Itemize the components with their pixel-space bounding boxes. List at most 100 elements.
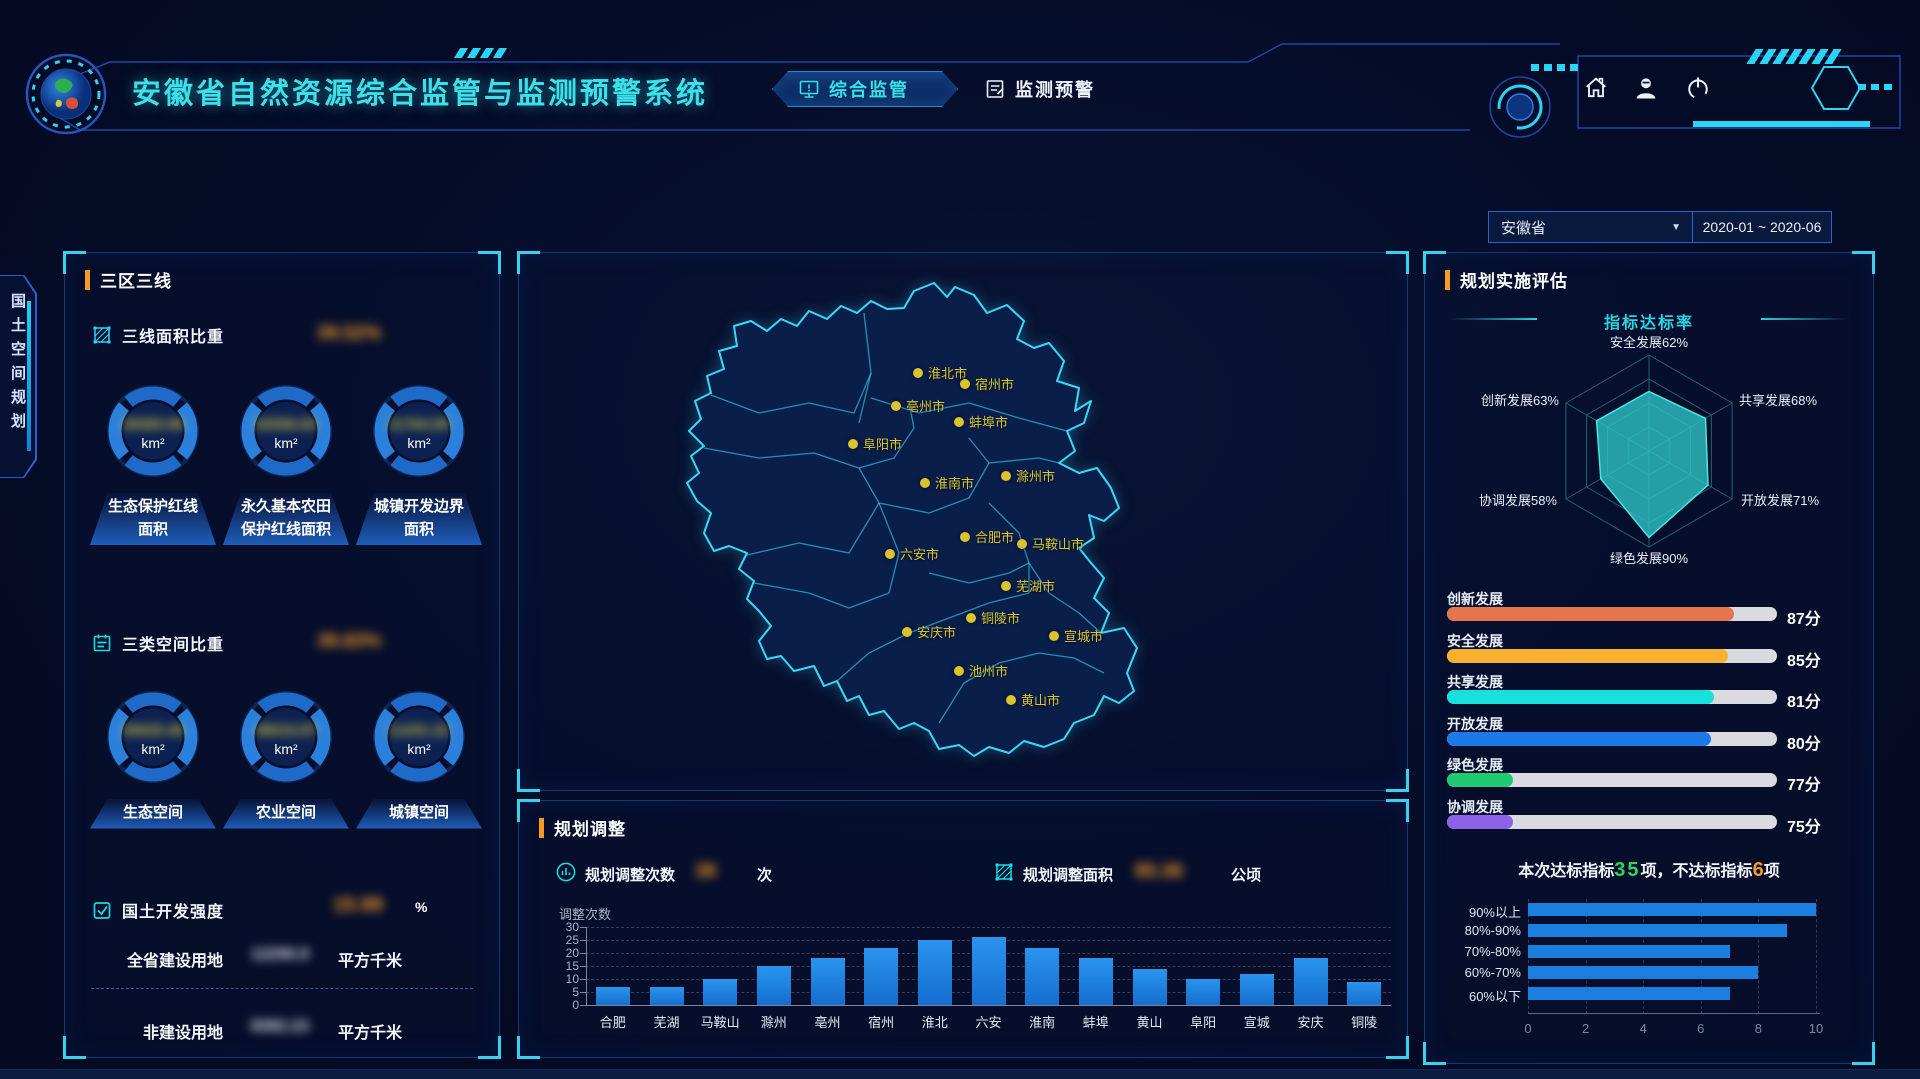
map-city-marker[interactable]: 马鞍山市	[1017, 534, 1084, 553]
three-lines-ratio-value: 39.52%	[317, 323, 381, 345]
corner-decoration	[63, 1036, 86, 1059]
city-dot	[966, 613, 976, 623]
circle-value: 48015.87	[221, 722, 351, 739]
home-icon[interactable]	[1582, 74, 1610, 102]
stat-circle: 48015.87km²农业空间	[221, 689, 351, 829]
panel-plan-assessment: 规划实施评估 指标达标率 安全发展62%共享发展68%开放发展71%绿色发展90…	[1424, 252, 1874, 1064]
circle-unit: km²	[221, 741, 351, 757]
city-label: 宿州市	[975, 374, 1014, 393]
map-city-marker[interactable]: 池州市	[954, 661, 1008, 680]
corner-decoration	[478, 1036, 501, 1059]
city-dot	[920, 478, 930, 488]
range-label: 60%-70%	[1425, 965, 1521, 980]
bar	[1528, 987, 1730, 1000]
sidebar-tab-land-space-planning[interactable]: 国土空间规划	[0, 275, 37, 478]
city-dot	[954, 417, 964, 427]
map-city-marker[interactable]: 阜阳市	[848, 434, 902, 453]
map-city-marker[interactable]: 合肥市	[960, 527, 1014, 546]
hatch-square-icon	[91, 324, 113, 346]
region-select[interactable]: 安徽省 ▼	[1488, 211, 1694, 243]
bar	[1528, 903, 1816, 916]
map-city-marker[interactable]: 蚌埠市	[954, 412, 1008, 431]
circle-value: 30625.46	[88, 722, 218, 739]
city-dot	[1001, 471, 1011, 481]
tab-comprehensive-supervision[interactable]: 综合监管	[772, 71, 958, 107]
check-square-icon	[91, 899, 113, 921]
bar	[1294, 958, 1328, 1005]
city-label: 蚌埠市	[969, 412, 1008, 431]
bar	[650, 987, 684, 1005]
header-deco-stripes-right	[1746, 49, 1843, 64]
header-deco-squares-2	[1858, 84, 1894, 90]
y-tick-label: 15	[549, 959, 579, 973]
range-label: 90%以上	[1425, 902, 1521, 921]
city-label: 滁州市	[1016, 466, 1055, 485]
attainment-range-chart: 024681090%以上80%-90%70%-80%60%-70%60%以下	[1425, 253, 1873, 1063]
circle-label: 生态保护红线面积	[90, 493, 216, 545]
map-city-marker[interactable]: 淮北市	[913, 363, 967, 382]
panel-province-map: 淮北市宿州市亳州市蚌埠市阜阳市滁州市 淮南市合肥市马鞍山市六安市芜湖市铜陵市安庆市…	[518, 252, 1408, 791]
city-dot	[848, 439, 858, 449]
range-label: 80%-90%	[1425, 923, 1521, 938]
user-icon[interactable]	[1632, 74, 1660, 102]
y-tick-label: 0	[549, 998, 579, 1012]
map-city-marker[interactable]: 亳州市	[891, 396, 945, 415]
map-city-marker[interactable]: 宿州市	[960, 374, 1014, 393]
circle-value: 11201.22	[354, 722, 484, 739]
tab-monitoring-warning[interactable]: 监测预警	[958, 71, 1146, 107]
map-city-marker[interactable]: 铜陵市	[966, 608, 1020, 627]
city-label: 池州市	[969, 661, 1008, 680]
header-deco-squares-1	[1531, 64, 1579, 71]
city-dot	[954, 666, 964, 676]
bar	[811, 958, 845, 1005]
stat-circle: 29365.96km²生态保护红线面积	[88, 383, 218, 545]
bar	[1025, 948, 1059, 1005]
map-city-marker[interactable]: 六安市	[885, 544, 939, 563]
tab-label: 监测预警	[1015, 76, 1095, 102]
city-dot	[1006, 695, 1016, 705]
y-tick-label: 30	[549, 920, 579, 934]
bottom-strip	[0, 1069, 1920, 1079]
city-dot	[1001, 581, 1011, 591]
y-tick-label: 5	[549, 985, 579, 999]
map-city-marker[interactable]: 黄山市	[1006, 690, 1060, 709]
city-dot	[913, 368, 923, 378]
city-dot	[885, 549, 895, 559]
bar	[1528, 966, 1758, 979]
panel-plan-adjustment: 规划调整 规划调整次数 38 次 规划调整面积 85.38 公顷 调整次数051…	[518, 800, 1408, 1058]
stat-circle: 52556.83km²永久基本农田保护红线面积	[221, 383, 351, 545]
city-label: 芜湖市	[1016, 576, 1055, 595]
land-row-unit: 平方千米	[338, 1019, 402, 1043]
x-tick-label: 6	[1686, 1021, 1716, 1036]
map-city-marker[interactable]: 安庆市	[902, 622, 956, 641]
orange-bar	[85, 270, 90, 290]
map-city-marker[interactable]: 芜湖市	[1001, 576, 1055, 595]
x-tick-label: 4	[1628, 1021, 1658, 1036]
calendar-icon	[91, 632, 113, 654]
bar	[596, 987, 630, 1005]
power-icon[interactable]	[1684, 74, 1712, 102]
circle-label: 永久基本农田保护红线面积	[223, 493, 349, 545]
city-dot	[960, 379, 970, 389]
corner-decoration	[63, 251, 86, 274]
date-range-picker[interactable]: 2020-01 ~ 2020-06	[1692, 211, 1832, 243]
city-label: 马鞍山市	[1032, 534, 1084, 553]
report-icon	[984, 78, 1006, 100]
map-city-marker[interactable]: 宣城市	[1049, 626, 1103, 645]
bar	[1079, 958, 1113, 1005]
bar	[757, 966, 791, 1005]
city-dot	[891, 401, 901, 411]
map-city-marker[interactable]: 淮南市	[920, 473, 974, 492]
map-city-marker[interactable]: 滁州市	[1001, 466, 1055, 485]
gridline	[1816, 899, 1817, 1014]
city-label: 淮南市	[935, 473, 974, 492]
city-label: 亳州市	[906, 396, 945, 415]
dashboard: 安徽省自然资源综合监管与监测预警系统 综合监管 监测预警	[0, 0, 1920, 1079]
range-label: 60%以下	[1425, 986, 1521, 1005]
circle-unit: km²	[354, 435, 484, 451]
city-label: 阜阳市	[863, 434, 902, 453]
circle-unit: km²	[354, 741, 484, 757]
stat-label: 三类空间比重	[122, 631, 224, 655]
city-label: 铜陵市	[981, 608, 1020, 627]
three-lines-ratio-row: 三线面积比重	[91, 323, 224, 347]
